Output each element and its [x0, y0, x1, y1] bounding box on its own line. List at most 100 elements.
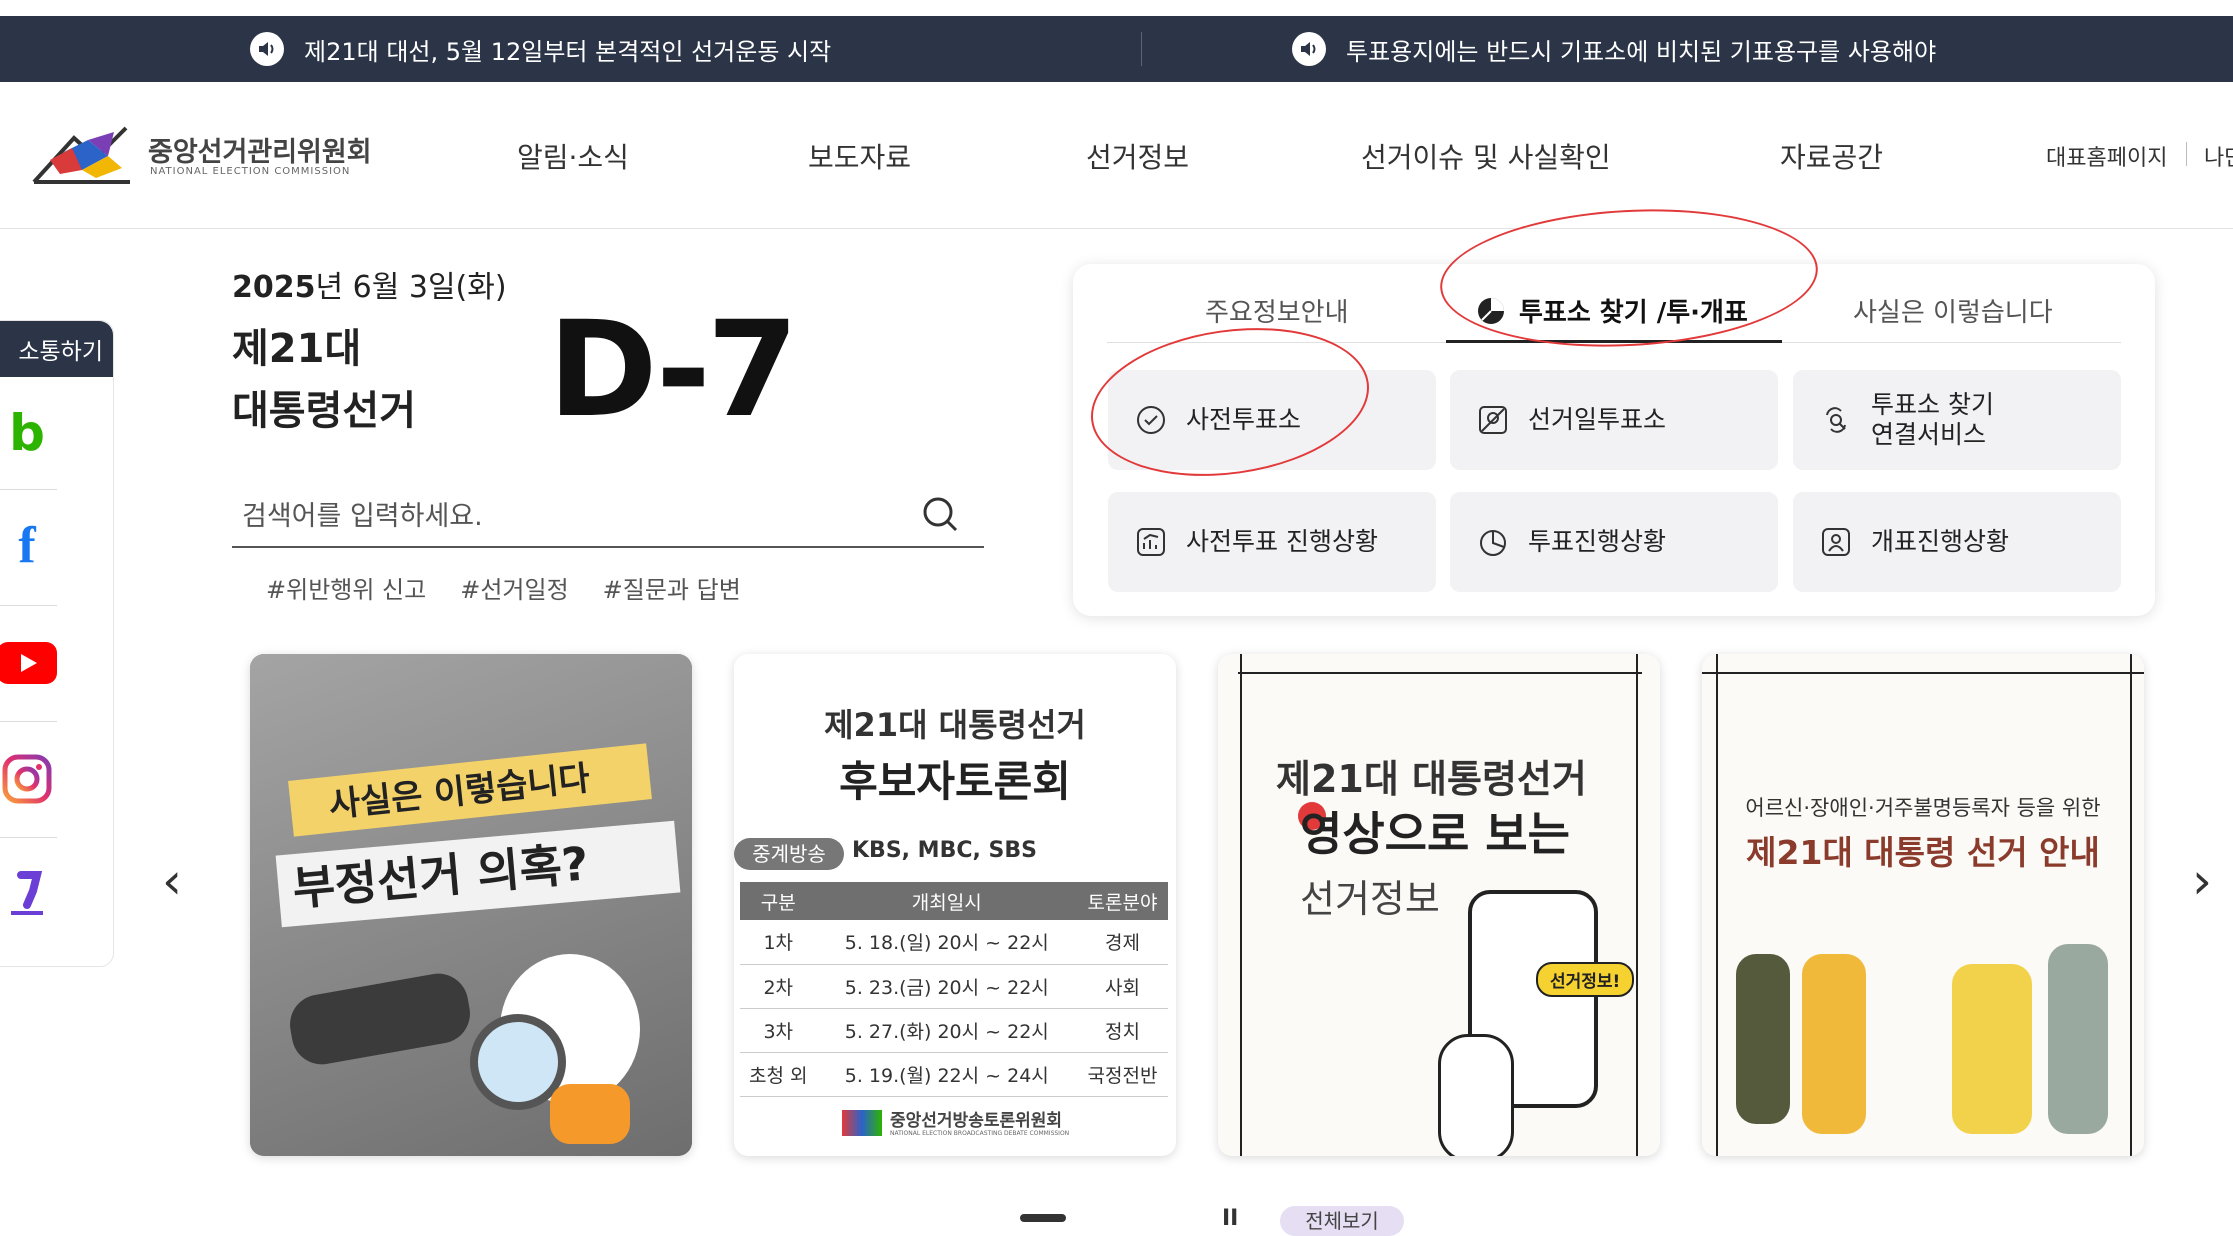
frame-line	[1716, 654, 1718, 1156]
notice-ticker: 제21대 대선, 5월 12일부터 본격적인 선거운동 시작 투표용지에는 반드…	[0, 16, 2233, 82]
nav-archive[interactable]: 자료공간	[1780, 136, 1883, 176]
ticker-item-1[interactable]: 제21대 대선, 5월 12일부터 본격적인 선거운동 시작	[250, 16, 831, 82]
nav-election-info[interactable]: 선거정보	[1086, 136, 1189, 176]
sidebar-separator	[0, 837, 57, 838]
person-wheelchair-image	[1952, 964, 2032, 1134]
social-sidebar: 소통하기 b f	[0, 320, 114, 967]
kakao-story-icon[interactable]	[0, 855, 57, 935]
table-header: 토론분야	[1087, 891, 1158, 914]
sidebar-separator	[0, 605, 57, 606]
pie-chart-icon	[1480, 530, 1506, 556]
election-title-line1: 제21대	[232, 326, 362, 372]
button-label: 투표진행상황	[1528, 527, 1667, 556]
site-header: 중앙선거관리위원회 NATIONAL ELECTION COMMISSION 알…	[0, 82, 2233, 229]
person-image	[1802, 954, 1866, 1134]
blog-icon[interactable]: b	[0, 393, 57, 473]
card2-title2: 후보자토론회	[839, 757, 1071, 806]
table-row: 3차 5. 27.(화) 20시 ~ 22시 정치	[740, 1008, 1168, 1052]
frame-line	[1702, 672, 2144, 674]
card3-line2: 영상으로 보는	[1300, 807, 1570, 861]
card4-title: 제21대 대통령 선거 안내	[1746, 833, 2100, 872]
logo-subtitle: NATIONAL ELECTION COMMISSION	[150, 166, 351, 177]
card3-title: 제21대 대통령선거	[1276, 757, 1587, 801]
election-title: 제21대 대통령선거	[232, 318, 416, 442]
table-row: 초청 외 5. 19.(월) 22시 ~ 24시 국정전반	[740, 1052, 1168, 1096]
link-search-icon	[1826, 407, 1846, 433]
person-image	[1736, 954, 1790, 1124]
sidebar-separator	[0, 721, 57, 722]
map-location-icon	[1479, 406, 1507, 434]
mascot-body	[550, 1084, 630, 1144]
instagram-icon[interactable]	[0, 739, 57, 819]
table-row: 2차 5. 23.(금) 20시 ~ 22시 사회	[740, 964, 1168, 1008]
search-box[interactable]: 검색어를 입력하세요.	[232, 478, 984, 548]
util-divider	[2186, 142, 2187, 166]
table-row: 1차 5. 18.(일) 20시 ~ 22시 경제	[740, 920, 1168, 964]
nav-news[interactable]: 알림·소식	[517, 136, 629, 176]
speaker-icon	[1292, 32, 1326, 66]
card-candidate-debate[interactable]: 제21대 대통령선거 후보자토론회 중계방송 KBS, MBC, SBS 구분 …	[734, 654, 1176, 1156]
date-rest: 년 6월 3일(화)	[315, 270, 507, 305]
nav-issues-factcheck[interactable]: 선거이슈 및 사실확인	[1361, 136, 1611, 176]
card-fact-check[interactable]: 사실은 이렇습니다 부정선거 의혹?	[250, 654, 692, 1156]
tag-violation-report[interactable]: #위반행위 신고	[266, 576, 426, 604]
carousel-indicator-active[interactable]	[1020, 1214, 1066, 1222]
counting-status-button[interactable]: 개표진행상황	[1793, 492, 2121, 592]
youtube-icon[interactable]	[0, 623, 57, 703]
site-logo[interactable]: 중앙선거관리위원회 NATIONAL ELECTION COMMISSION	[30, 118, 372, 190]
ticker-text: 제21대 대선, 5월 12일부터 본격적인 선거운동 시작	[304, 37, 832, 66]
table-header: 구분	[760, 891, 796, 914]
ticker-text: 투표용지에는 반드시 기표소에 비치된 기표용구를 사용해야	[1346, 37, 1937, 66]
ticker-divider	[1141, 32, 1142, 66]
frame-line	[1238, 672, 1642, 674]
util-my-menu[interactable]: 나만	[2204, 140, 2233, 172]
button-label: 개표진행상황	[1871, 527, 2010, 556]
debate-commission-logo-icon	[842, 1110, 882, 1136]
frame-line	[2130, 654, 2132, 1156]
view-all-button[interactable]: 전체보기	[1280, 1206, 1404, 1236]
election-day-place-button[interactable]: 선거일투표소	[1450, 370, 1778, 470]
tab-fact-check[interactable]: 사실은 이렇습니다	[1853, 292, 2053, 329]
voting-status-button[interactable]: 투표진행상황	[1450, 492, 1778, 592]
tab-main-info[interactable]: 주요정보안내	[1205, 292, 1349, 329]
util-main-homepage[interactable]: 대표홈페이지	[2046, 140, 2167, 172]
card3-line3: 선거정보	[1300, 877, 1440, 921]
search-icon[interactable]	[922, 496, 960, 534]
card2-footer-sub: NATIONAL ELECTION BROADCASTING DEBATE CO…	[890, 1130, 1070, 1137]
early-voting-status-button[interactable]: 사전투표 진행상황	[1108, 492, 1436, 592]
election-title-line2: 대통령선거	[232, 388, 416, 434]
search-input[interactable]: 검색어를 입력하세요.	[242, 494, 483, 533]
search-tags: #위반행위 신고 #선거일정 #질문과 답변	[266, 570, 775, 605]
count-person-icon	[1822, 528, 1850, 556]
carousel-next-button[interactable]: ›	[2192, 852, 2212, 910]
speaker-icon	[250, 32, 284, 66]
person-image	[2048, 944, 2108, 1134]
nav-press[interactable]: 보도자료	[808, 136, 911, 176]
chart-up-icon	[1137, 528, 1165, 556]
table-header: 개최일시	[911, 891, 982, 914]
logo-title: 중앙선거관리위원회	[148, 137, 372, 168]
card2-footer: 중앙선거방송토론위원회	[890, 1111, 1063, 1131]
card2-title1: 제21대 대통령선거	[824, 706, 1086, 744]
broadcasters: KBS, MBC, SBS	[852, 838, 1037, 863]
card-video-election-info[interactable]: 제21대 대통령선거 영상으로 보는 선거정보 선거정보!	[1218, 654, 1660, 1156]
frame-line	[1636, 654, 1638, 1156]
dday-counter: D-7	[548, 293, 799, 447]
tag-qna[interactable]: #질문과 답변	[603, 576, 741, 604]
tag-election-schedule[interactable]: #선거일정	[460, 576, 568, 604]
broadcast-badge: 중계방송	[734, 838, 844, 870]
card3-bubble: 선거정보!	[1536, 962, 1635, 997]
debate-schedule-table: 구분 개최일시 토론분야 1차 5. 18.(일) 20시 ~ 22시 경제 2차 5…	[740, 882, 1168, 1097]
date-year: 2025	[232, 270, 316, 305]
card4-subtitle: 어르신·장애인·거주불명등록자 등을 위한	[1745, 796, 2101, 820]
button-label: 선거일투표소	[1528, 405, 1667, 434]
carousel-prev-button[interactable]: ‹	[162, 852, 182, 910]
sidebar-title: 소통하기	[0, 321, 113, 377]
card-accessibility-guide[interactable]: 어르신·장애인·거주불명등록자 등을 위한 제21대 대통령 선거 안내	[1702, 654, 2144, 1156]
election-date: 2025년 6월 3일(화)	[232, 262, 507, 306]
ticker-item-2[interactable]: 투표용지에는 반드시 기표소에 비치된 기표용구를 사용해야	[1292, 16, 1936, 82]
facebook-icon[interactable]: f	[0, 505, 57, 585]
polling-place-link-button[interactable]: 투표소 찾기 연결서비스	[1793, 370, 2121, 470]
nec-logo-icon	[32, 126, 130, 184]
sidebar-separator	[0, 489, 57, 490]
